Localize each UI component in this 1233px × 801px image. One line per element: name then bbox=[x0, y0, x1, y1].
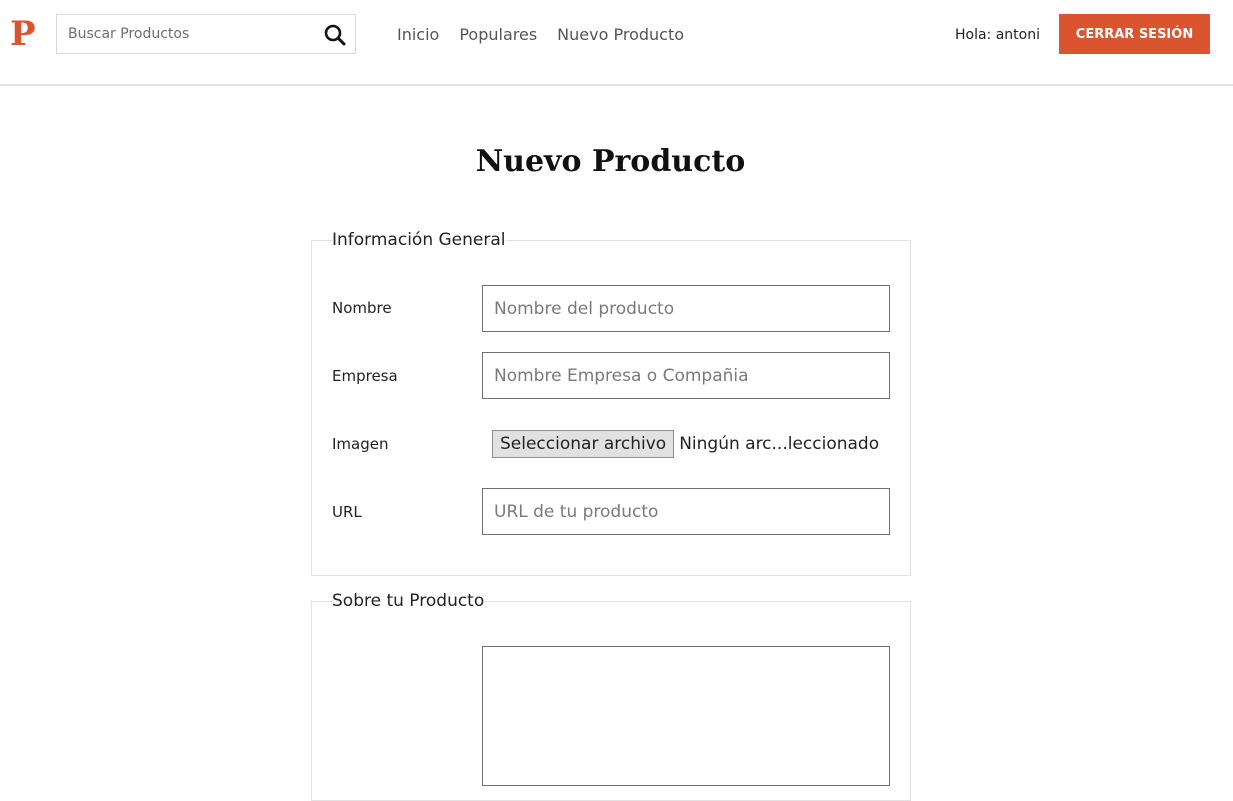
nav-link-inicio[interactable]: Inicio bbox=[397, 24, 439, 46]
file-status: Ningún arc...leccionado bbox=[679, 434, 880, 454]
about-product-legend: Sobre tu Producto bbox=[332, 591, 485, 611]
about-product-fieldset: Sobre tu Producto bbox=[311, 591, 911, 801]
page-title: Nuevo Producto bbox=[475, 144, 746, 179]
url-field[interactable] bbox=[482, 488, 890, 535]
search-form bbox=[56, 14, 356, 54]
logout-button[interactable]: Cerrar Sesión bbox=[1059, 14, 1210, 54]
nav-link-populares[interactable]: Populares bbox=[459, 24, 537, 46]
image-file-input: Seleccionar archivo Ningún arc...leccion… bbox=[492, 430, 879, 458]
company-field[interactable] bbox=[482, 352, 890, 399]
image-label: Imagen bbox=[332, 435, 389, 453]
main-nav: Inicio Populares Nuevo Producto bbox=[397, 24, 704, 46]
site-header: P Inicio Populares Nuevo Producto Hola: … bbox=[0, 0, 1233, 86]
name-label: Nombre bbox=[332, 299, 392, 317]
name-field[interactable] bbox=[482, 285, 890, 332]
search-icon bbox=[324, 24, 346, 46]
nav-link-nuevo-producto[interactable]: Nuevo Producto bbox=[557, 24, 684, 46]
site-logo[interactable]: P bbox=[10, 14, 36, 54]
url-label: URL bbox=[332, 503, 362, 521]
search-input[interactable] bbox=[57, 15, 317, 53]
user-greeting: Hola: antoni bbox=[955, 27, 1040, 43]
general-info-legend: Información General bbox=[332, 230, 506, 250]
description-textarea[interactable] bbox=[482, 646, 890, 786]
company-label: Empresa bbox=[332, 367, 398, 385]
search-button[interactable] bbox=[323, 23, 347, 47]
general-info-fieldset: Información General Nombre Empresa Image… bbox=[311, 230, 911, 576]
choose-file-button[interactable]: Seleccionar archivo bbox=[492, 430, 675, 458]
